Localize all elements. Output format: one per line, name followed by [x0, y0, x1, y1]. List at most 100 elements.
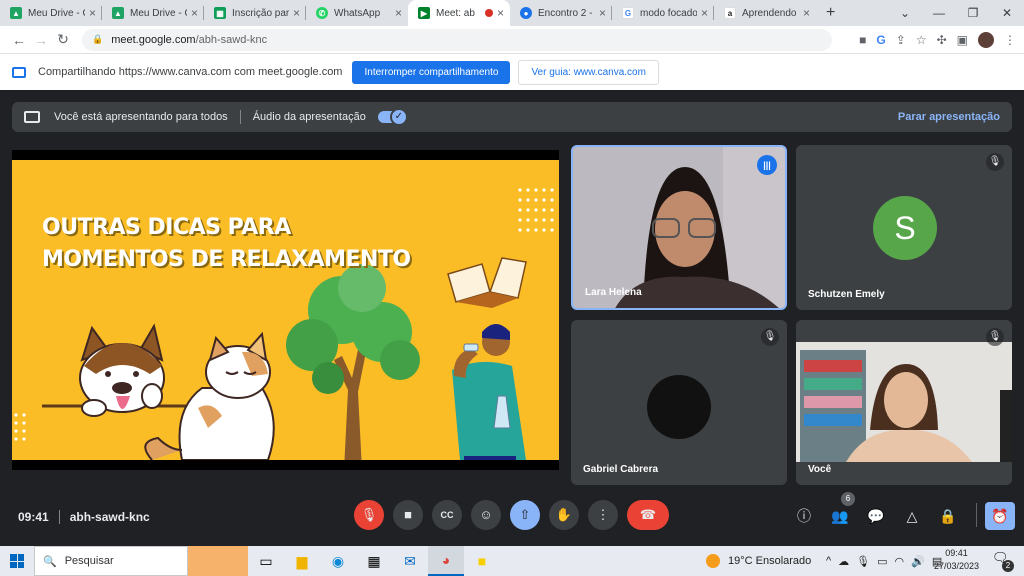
profile-avatar[interactable]	[978, 31, 994, 48]
host-controls-icon[interactable]: 🔒	[938, 506, 958, 526]
close-tab-icon[interactable]: ×	[191, 6, 198, 20]
tab-label: Encontro 2 -	[538, 7, 593, 19]
share-icon[interactable]: ⇪	[896, 33, 906, 47]
forward-icon[interactable]: →	[30, 32, 52, 48]
activities-icon[interactable]: △	[902, 506, 922, 526]
participant-tile[interactable]: 🎙 S Schutzen Emely	[796, 145, 1012, 310]
browser-tab[interactable]: G modo focado ×	[612, 0, 714, 26]
captions-button[interactable]: CC	[432, 500, 462, 530]
onedrive-icon[interactable]: ☁	[838, 555, 849, 568]
camera-button[interactable]: ■	[393, 500, 423, 530]
close-tab-icon[interactable]: ×	[293, 6, 300, 20]
browser-tab[interactable]: ● Encontro 2 - ×	[510, 0, 612, 26]
self-view-tile[interactable]: 🎙 Você	[796, 320, 1012, 485]
more-options-button[interactable]: ⋮	[588, 500, 618, 530]
tree-illustration	[286, 264, 420, 460]
stop-presenting-button[interactable]: Parar apresentação	[898, 111, 1000, 123]
meeting-details-icon[interactable]: ⓘ	[794, 506, 814, 526]
close-window-icon[interactable]: ✕	[990, 0, 1024, 26]
amazon-icon: a	[724, 7, 736, 19]
minimize-icon[interactable]: —	[922, 0, 956, 26]
presentation-slide: OUTRAS DICAS PARA MOMENTOS DE RELAXAMENT…	[12, 160, 559, 460]
close-tab-icon[interactable]: ×	[803, 6, 810, 20]
extensions-icon[interactable]: ✣	[937, 33, 947, 47]
presenting-status: Você está apresentando para todos	[54, 111, 228, 123]
task-view-icon[interactable]: ▭	[248, 546, 284, 576]
url-host: meet.google.com	[111, 33, 196, 46]
bookmark-star-icon[interactable]: ☆	[916, 33, 927, 47]
close-tab-icon[interactable]: ×	[701, 6, 708, 20]
stop-sharing-button[interactable]: Interromper compartilhamento	[352, 60, 511, 84]
muted-mic-icon: 🎙	[761, 328, 779, 346]
restore-icon[interactable]: ❐	[956, 0, 990, 26]
weather-widget[interactable]: 19°C Ensolarado	[706, 546, 811, 576]
participant-avatar	[647, 375, 711, 439]
search-icon: 🔍	[43, 555, 57, 568]
wifi-icon[interactable]: ◠	[895, 555, 905, 568]
leave-call-button[interactable]: ☎	[627, 500, 669, 530]
raise-hand-button[interactable]: ✋	[549, 500, 579, 530]
chrome-taskbar-icon[interactable]: ◕	[428, 546, 464, 576]
browser-tab[interactable]: a Aprendendo ×	[714, 0, 816, 26]
participant-count-badge: 6	[841, 492, 855, 506]
chat-icon[interactable]: 💬	[866, 506, 886, 526]
google-sheets-icon: ▦	[214, 7, 226, 19]
volume-icon[interactable]: 🔊	[911, 555, 925, 568]
battery-icon[interactable]: ▭	[877, 555, 887, 568]
present-now-button[interactable]: ⇧	[510, 500, 540, 530]
speaking-indicator-icon: |||	[757, 155, 777, 175]
chrome-menu-icon[interactable]: ⋮	[1004, 33, 1016, 47]
reload-icon[interactable]: ↻	[52, 31, 74, 48]
participant-tile[interactable]: 🎙 Gabriel Cabrera	[571, 320, 787, 485]
lock-icon[interactable]: 🔒	[92, 34, 103, 45]
slide-title-line-1: OUTRAS DICAS PARA	[42, 215, 291, 240]
present-screen-icon	[24, 111, 40, 123]
slide-illustration	[14, 188, 554, 460]
browser-tab[interactable]: ▲ Meu Drive - G ×	[0, 0, 102, 26]
people-icon[interactable]: 👥	[830, 506, 850, 526]
mail-icon[interactable]: ✉	[392, 546, 428, 576]
tab-search-icon[interactable]: ⌄	[888, 0, 922, 26]
show-hidden-icons-icon[interactable]: ^	[826, 555, 831, 567]
file-explorer-icon[interactable]: ▆	[284, 546, 320, 576]
sun-icon	[706, 554, 720, 568]
url-path: /abh-sawd-knc	[195, 33, 268, 46]
view-tab-button[interactable]: Ver guia: www.canva.com	[518, 59, 659, 85]
search-placeholder: Pesquisar	[64, 555, 114, 567]
browser-tab[interactable]: ▦ Inscrição para ×	[204, 0, 306, 26]
edge-icon[interactable]: ◉	[320, 546, 356, 576]
sticky-notes-icon[interactable]: ■	[464, 546, 500, 576]
recording-icon	[484, 9, 493, 17]
close-tab-icon[interactable]: ×	[599, 6, 606, 20]
alarm-clock-icon[interactable]: ⏰	[985, 502, 1015, 530]
google-lens-icon[interactable]: G	[876, 33, 885, 47]
camera-in-use-icon[interactable]: ■	[859, 33, 866, 47]
participant-video	[573, 147, 785, 308]
close-tab-icon[interactable]: ×	[395, 6, 402, 20]
taskbar-clock[interactable]: 09:41 27/03/2023	[934, 547, 979, 573]
taskbar-search[interactable]: 🔍 Pesquisar	[34, 546, 188, 576]
new-tab-button[interactable]: +	[816, 0, 845, 26]
presentation-audio-toggle[interactable]: ✓	[377, 108, 408, 126]
browser-tab[interactable]: ✆ WhatsApp ×	[306, 0, 408, 26]
close-tab-icon[interactable]: ×	[89, 6, 96, 20]
tab-label: Meu Drive - G	[130, 7, 187, 19]
close-tab-icon[interactable]: ×	[497, 6, 504, 20]
start-button[interactable]	[0, 546, 34, 576]
search-highlight-image[interactable]	[188, 546, 248, 576]
side-panel-icon[interactable]: ▣	[957, 33, 968, 47]
browser-tab[interactable]: ▲ Meu Drive - G ×	[102, 0, 204, 26]
microsoft-store-icon[interactable]: ▦	[356, 546, 392, 576]
address-bar[interactable]: 🔒 meet.google.com/abh-sawd-knc	[82, 28, 832, 51]
back-icon[interactable]: ←	[8, 32, 30, 48]
muted-mic-icon: 🎙	[986, 328, 1004, 346]
microphone-off-button[interactable]: 🎙	[354, 500, 384, 530]
tab-label: modo focado	[640, 7, 697, 19]
tab-label: Meet: ab	[436, 7, 475, 19]
reactions-button[interactable]: ☺	[471, 500, 501, 530]
browser-tab-active[interactable]: ▶ Meet: ab ×	[408, 0, 510, 26]
participant-tile[interactable]: ||| Lara Helena	[571, 145, 787, 310]
microphone-tray-icon[interactable]: 🎙	[856, 555, 870, 568]
toolbar-icons: ■ G ⇪ ☆ ✣ ▣ ⋮	[859, 31, 1016, 48]
google-meet-icon: ▶	[418, 7, 430, 19]
